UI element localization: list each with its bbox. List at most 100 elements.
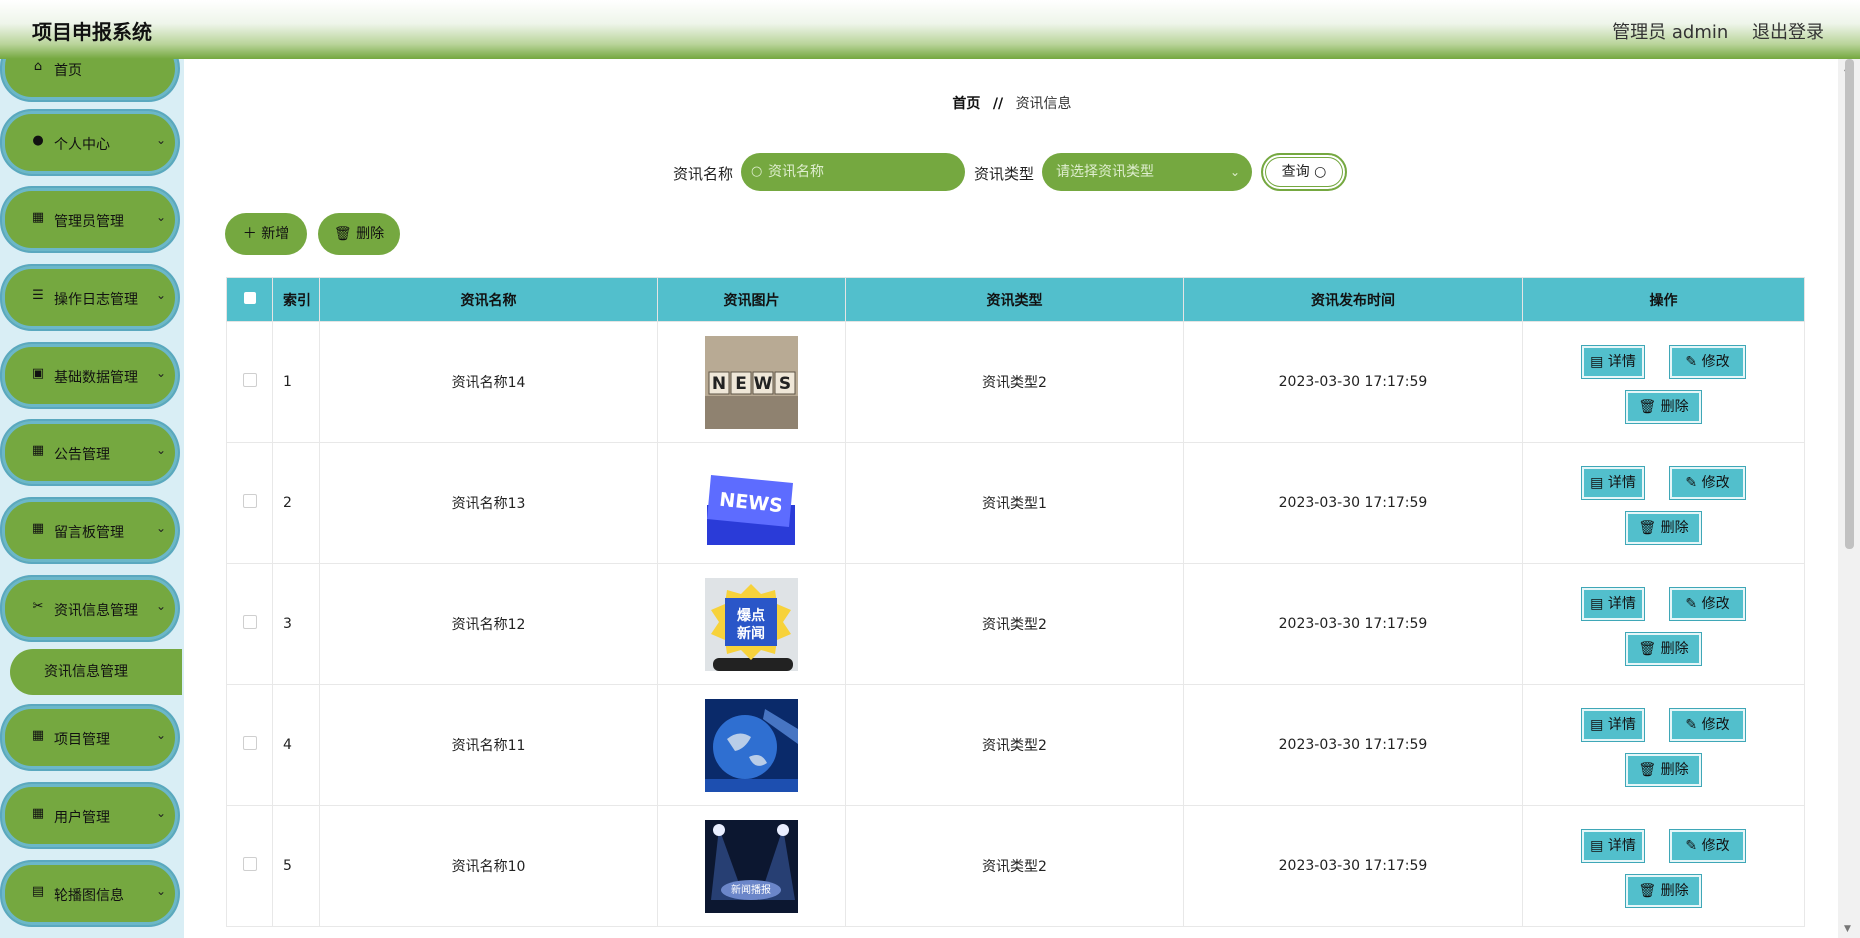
app-title: 项目申报系统: [32, 20, 152, 44]
sidebar-item-carousel[interactable]: ▤ 轮播图信息 ⌄: [2, 862, 178, 925]
row-delete-button[interactable]: 🗑 删除: [1625, 632, 1702, 666]
row-delete-button[interactable]: 🗑 删除: [1625, 753, 1702, 787]
row-delete-button[interactable]: 🗑 删除: [1625, 390, 1702, 424]
row-delete-button-label: 删除: [1660, 399, 1689, 415]
edit-button[interactable]: ✎ 修改: [1669, 708, 1746, 742]
document-icon: ▤: [1590, 354, 1608, 370]
trash-icon: 🗑: [1638, 641, 1661, 657]
row-select-cell[interactable]: [226, 684, 273, 806]
name-search-label: 资讯名称: [673, 165, 734, 183]
row-select-cell[interactable]: [226, 442, 273, 564]
sidebar-item-operation-log[interactable]: ☰ 操作日志管理 ⌄: [2, 266, 178, 329]
svg-text:N: N: [712, 374, 726, 394]
grid-icon: ▦: [31, 806, 45, 821]
row-publish-time: 2023-03-30 17:17:59: [1183, 442, 1523, 564]
svg-text:W: W: [754, 374, 773, 394]
trash-icon: 🗑: [1638, 399, 1661, 415]
chevron-down-icon: ⌄: [155, 728, 166, 742]
search-icon: ○: [751, 164, 763, 179]
svg-text:E: E: [735, 374, 747, 394]
row-select-cell[interactable]: [226, 805, 273, 927]
clipboard-icon: ▣: [31, 366, 45, 381]
add-button[interactable]: ＋ 新增: [225, 213, 307, 255]
row-delete-button[interactable]: 🗑 删除: [1625, 874, 1702, 908]
sidebar-item-label: 基础数据管理: [54, 370, 138, 386]
edit-button[interactable]: ✎ 修改: [1669, 466, 1746, 500]
row-checkbox[interactable]: [242, 615, 257, 629]
sidebar-item-admin-management[interactable]: ▦ 管理员管理 ⌄: [2, 188, 178, 251]
sidebar-item-notice[interactable]: ▦ 公告管理 ⌄: [2, 421, 178, 484]
row-checkbox[interactable]: [242, 857, 257, 871]
row-operations: ▤ 详情 ✎ 修改 🗑 删除: [1522, 805, 1805, 927]
scroll-down-arrow-icon[interactable]: ▼: [1844, 924, 1851, 934]
select-all-cell[interactable]: [226, 277, 273, 322]
row-publish-time: 2023-03-30 17:17:59: [1183, 563, 1523, 685]
column-header: 操作: [1522, 277, 1805, 322]
header-user-area: 管理员 admin 退出登录: [1594, 18, 1824, 44]
ticket-icon: ✂: [32, 599, 44, 614]
sidebar-item-personal-center[interactable]: ● 个人中心 ⌄: [2, 111, 178, 174]
add-button-label: 新增: [261, 226, 290, 242]
top-header: 项目申报系统 管理员 admin 退出登录: [0, 0, 1860, 59]
breadcrumb-separator: //: [992, 96, 1004, 112]
grid-icon: ▦: [31, 210, 45, 225]
svg-text:新闻: 新闻: [737, 625, 765, 642]
sidebar-item-label: 轮播图信息: [54, 888, 124, 904]
sidebar-subitem-news-management[interactable]: 资讯信息管理: [10, 649, 182, 695]
sidebar-item-basic-data[interactable]: ▣ 基础数据管理 ⌄: [2, 344, 178, 407]
detail-button[interactable]: ▤ 详情: [1581, 466, 1645, 500]
row-select-cell[interactable]: [226, 563, 273, 685]
edit-button[interactable]: ✎ 修改: [1669, 345, 1746, 379]
row-delete-button-label: 删除: [1660, 641, 1689, 657]
row-checkbox[interactable]: [242, 373, 257, 387]
chevron-down-icon: ⌄: [155, 884, 166, 898]
query-button[interactable]: 查询 ○: [1261, 153, 1347, 191]
grid-icon: ▦: [31, 443, 45, 458]
column-header: 索引: [272, 277, 320, 322]
logout-link[interactable]: 退出登录: [1752, 22, 1824, 43]
table-row: 3 资讯名称12 爆点 新闻 资讯类型2 2023-03-30 17:17:59 ▤ 详情 ✎…: [226, 563, 1805, 685]
row-index: 4: [272, 684, 320, 806]
detail-button[interactable]: ▤ 详情: [1581, 587, 1645, 621]
row-index: 3: [272, 563, 320, 685]
row-news-type: 资讯类型2: [845, 563, 1184, 685]
sidebar-item-user-management[interactable]: ▦ 用户管理 ⌄: [2, 784, 178, 847]
column-header: 资讯发布时间: [1183, 277, 1523, 322]
scroll-thumb[interactable]: [1845, 59, 1854, 549]
detail-button[interactable]: ▤ 详情: [1581, 345, 1645, 379]
pencil-icon: ✎: [1685, 717, 1702, 733]
name-search-input[interactable]: ○ 资讯名称: [741, 153, 965, 191]
chart-icon: ▤: [31, 884, 45, 899]
edit-button[interactable]: ✎ 修改: [1669, 587, 1746, 621]
grid-icon: ▦: [31, 521, 45, 536]
row-operations: ▤ 详情 ✎ 修改 🗑 删除: [1522, 684, 1805, 806]
row-news-type: 资讯类型2: [845, 684, 1184, 806]
row-news-image: 新闻播报: [657, 805, 846, 927]
detail-button[interactable]: ▤ 详情: [1581, 829, 1645, 863]
page-scrollbar[interactable]: ▲ ▼: [1838, 59, 1860, 938]
select-all-checkbox[interactable]: [243, 291, 256, 304]
document-icon: ▤: [1590, 596, 1608, 612]
breadcrumb-home[interactable]: 首页: [952, 96, 980, 112]
chevron-down-icon: ⌄: [155, 443, 166, 457]
chevron-down-icon: ⌄: [155, 210, 166, 224]
sidebar-item-project-management[interactable]: ▦ 项目管理 ⌄: [2, 706, 178, 769]
sidebar-item-news-management[interactable]: ✂ 资讯信息管理 ⌄: [2, 577, 178, 640]
column-header: 资讯名称: [319, 277, 658, 322]
column-header: 资讯类型: [845, 277, 1184, 322]
table-row: 2 资讯名称13 NEWS 资讯类型1 2023-03-30 17:17:59 ▤ 详情 ✎…: [226, 442, 1805, 564]
trash-icon: 🗑: [1638, 883, 1661, 899]
row-checkbox[interactable]: [242, 494, 257, 508]
type-select[interactable]: 请选择资讯类型 ⌄: [1042, 153, 1252, 191]
edit-button[interactable]: ✎ 修改: [1669, 829, 1746, 863]
table-row: 5 资讯名称10 新闻播报 资讯类型2 2023-03-30 17:17:59 ▤ 详情 ✎…: [226, 805, 1805, 927]
detail-button[interactable]: ▤ 详情: [1581, 708, 1645, 742]
row-select-cell[interactable]: [226, 321, 273, 443]
row-delete-button[interactable]: 🗑 删除: [1625, 511, 1702, 545]
row-news-name: 资讯名称13: [319, 442, 658, 564]
sidebar-item-message-board[interactable]: ▦ 留言板管理 ⌄: [2, 499, 178, 562]
row-checkbox[interactable]: [242, 736, 257, 750]
delete-button[interactable]: 🗑 删除: [318, 213, 400, 255]
sidebar-item-home[interactable]: ⌂ 首页: [2, 59, 178, 100]
edit-button-label: 修改: [1701, 475, 1730, 491]
